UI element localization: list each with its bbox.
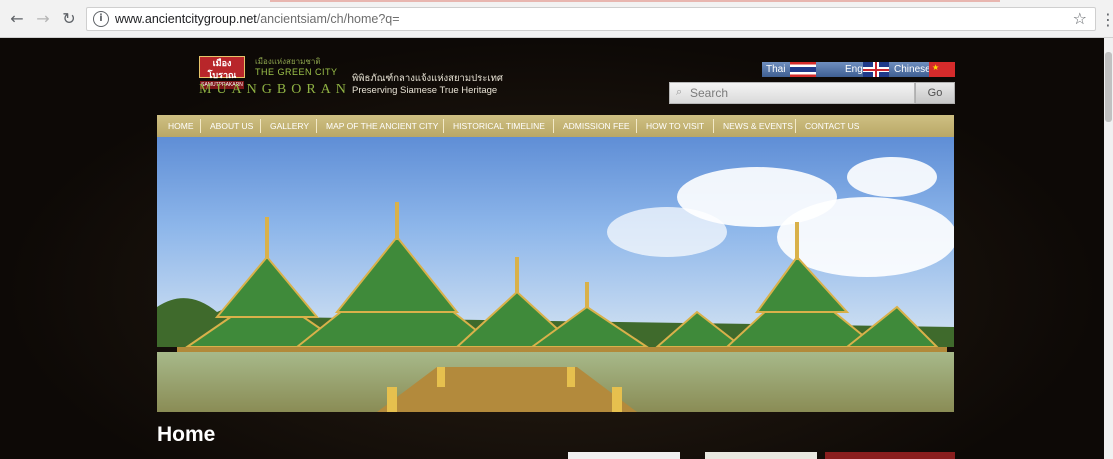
url-text[interactable]: www.ancientcitygroup.net/ancientsiam/ch/…: [115, 12, 400, 26]
teaser-box[interactable]: [568, 452, 680, 459]
main-nav: HOME ABOUT US GALLERY MAP OF THE ANCIENT…: [157, 115, 954, 138]
teaser-box[interactable]: [705, 452, 817, 459]
browser-toolbar: ← → ↻ i www.ancientcitygroup.net/ancient…: [0, 0, 1113, 38]
search-go-button[interactable]: Go: [915, 82, 955, 104]
reload-icon[interactable]: ↻: [60, 10, 78, 28]
menu-kebab-icon[interactable]: ⋮: [1100, 10, 1113, 29]
green-city-text: THE GREEN CITY: [255, 67, 338, 77]
page-title: Home: [157, 423, 216, 446]
nav-contact-us[interactable]: CONTACT US: [805, 115, 859, 137]
search-input[interactable]: ⌕ Search: [669, 82, 915, 104]
walkway-bridge: [377, 367, 637, 412]
english-tagline: Preserving Siamese True Heritage: [352, 85, 498, 96]
banner-cloud: [847, 157, 937, 197]
nav-news-events[interactable]: NEWS & EVENTS: [723, 115, 793, 137]
thai-flag-icon[interactable]: [790, 62, 816, 77]
nav-historical-timeline[interactable]: HISTORICAL TIMELINE: [453, 115, 545, 137]
bookmark-star-icon[interactable]: ☆: [1073, 9, 1087, 28]
china-flag-icon[interactable]: [929, 62, 955, 77]
scrollbar-thumb[interactable]: [1105, 52, 1112, 122]
nav-map[interactable]: MAP OF THE ANCIENT CITY: [326, 115, 438, 137]
lang-chinese-label: Chinese: [894, 64, 931, 75]
site-header: เมืองโบราณ SAMUTPRAKARN เมืองแห่งสยามชาต…: [157, 38, 957, 114]
lang-chinese-button[interactable]: Chinese: [890, 62, 931, 77]
url-path: /ancientsiam/ch/home?q=: [256, 12, 400, 26]
search-icon: ⌕: [676, 85, 683, 98]
info-icon[interactable]: i: [93, 11, 109, 27]
nav-home[interactable]: HOME: [168, 115, 194, 137]
web-page: เมืองโบราณ SAMUTPRAKARN เมืองแห่งสยามชาต…: [0, 38, 1104, 459]
address-bar[interactable]: i www.ancientcitygroup.net/ancientsiam/c…: [86, 7, 1096, 31]
pavilion-illustration: [177, 202, 947, 372]
hero-banner-image: [157, 137, 954, 412]
page-scrollbar[interactable]: [1104, 38, 1113, 459]
brand-name: MUANGBORAN: [199, 82, 351, 97]
uk-flag-icon[interactable]: [863, 62, 889, 77]
teaser-box[interactable]: [825, 452, 955, 459]
thai-tagline: พิพิธภัณฑ์กลางแจ้งแห่งสยามประเทศ: [352, 73, 503, 84]
loading-indicator: [270, 0, 1000, 2]
nav-admission-fee[interactable]: ADMISSION FEE: [563, 115, 630, 137]
nav-how-to-visit[interactable]: HOW TO VISIT: [646, 115, 704, 137]
logo-thai-text: เมืองโบราณ: [207, 58, 237, 80]
url-host: www.ancientcitygroup.net: [115, 12, 257, 26]
forward-icon[interactable]: →: [34, 10, 52, 28]
nav-gallery[interactable]: GALLERY: [270, 115, 309, 137]
nav-about-us[interactable]: ABOUT US: [210, 115, 253, 137]
site-logo[interactable]: เมืองโบราณ SAMUTPRAKARN: [199, 56, 245, 89]
lang-thai-label: Thai: [766, 64, 786, 75]
back-icon[interactable]: ←: [8, 10, 26, 28]
search-placeholder: Search: [690, 86, 729, 100]
